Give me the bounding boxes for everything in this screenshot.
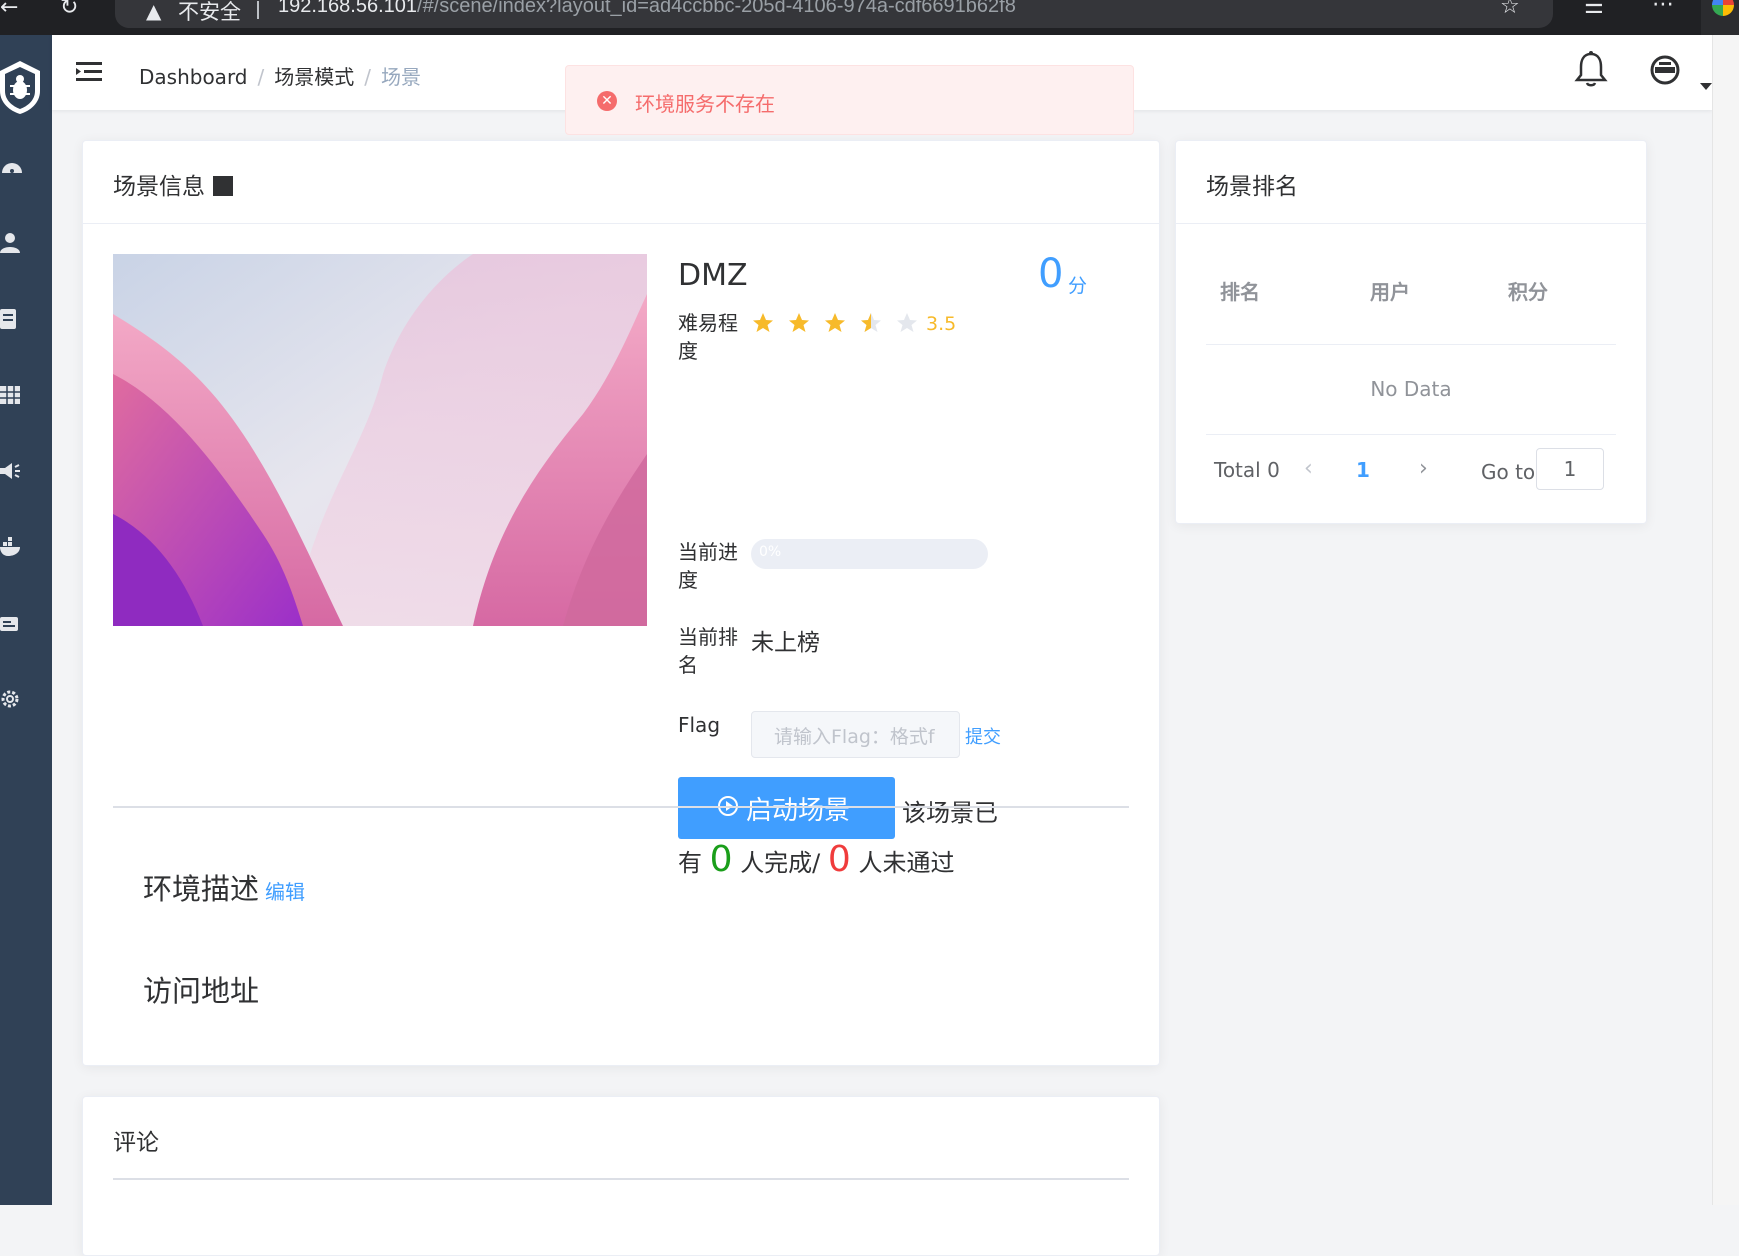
goto-page-input[interactable]: 1 xyxy=(1536,448,1604,490)
progress-label: 当前进度 xyxy=(678,540,738,592)
user-menu-caret-icon[interactable] xyxy=(1700,83,1712,90)
breadcrumb-scene-mode[interactable]: 场景模式 xyxy=(274,65,354,89)
rank-label: 当前排名 xyxy=(678,625,738,677)
scene-name: DMZ xyxy=(678,258,748,293)
ranking-table-header: 排名 用户 积分 xyxy=(1206,254,1616,345)
star-half-icon xyxy=(861,313,881,332)
error-alert: ✕ 环境服务不存在 xyxy=(565,65,1134,135)
breadcrumb-dashboard[interactable]: Dashboard xyxy=(139,65,248,89)
star-full-icon xyxy=(825,313,845,332)
scene-ranking-card: 场景排名 排名 用户 积分 No Data Total 0 ‹ 1 › Go t… xyxy=(1175,140,1647,524)
flag-label: Flag xyxy=(678,713,721,737)
ranking-header: 场景排名 xyxy=(1176,141,1646,224)
ranking-title: 场景排名 xyxy=(1206,174,1298,200)
failed-count: 0 xyxy=(827,839,851,880)
user-icon[interactable] xyxy=(0,231,24,255)
comments-header: 评论 xyxy=(113,1097,1129,1180)
breadcrumb-separator: / xyxy=(257,65,265,89)
error-circle-icon: ✕ xyxy=(597,91,617,111)
edit-description-link[interactable]: 编辑 xyxy=(265,880,305,904)
next-page-icon[interactable]: › xyxy=(1419,456,1428,481)
table-icon[interactable] xyxy=(0,383,24,407)
failed-suffix: 人未通过 xyxy=(858,849,955,877)
score-unit: 分 xyxy=(1068,275,1088,297)
prev-page-icon[interactable]: ‹ xyxy=(1304,456,1313,481)
scene-info-title: 场景信息 xyxy=(113,174,205,200)
goto-label: Go to xyxy=(1481,460,1536,484)
settings-icon[interactable] xyxy=(0,687,24,711)
address-separator xyxy=(257,1,259,19)
star-full-icon xyxy=(753,313,773,332)
star-empty-icon xyxy=(897,313,917,332)
docker-icon[interactable] xyxy=(0,535,24,559)
security-label[interactable]: 不安全 xyxy=(178,0,241,26)
breadcrumb-separator: / xyxy=(364,65,372,89)
url-text[interactable]: 192.168.56.101/#/scene/index?layout_id=a… xyxy=(278,0,1016,18)
app-logo-icon[interactable] xyxy=(0,59,44,115)
completed-count: 0 xyxy=(709,839,733,880)
progress-text: 0% xyxy=(759,544,782,560)
bookmark-star-icon[interactable]: ☆ xyxy=(1500,0,1524,20)
page-number-current[interactable]: 1 xyxy=(1356,458,1370,482)
completed-suffix: 人完成/ xyxy=(740,849,821,877)
col-points: 积分 xyxy=(1508,280,1548,304)
scene-info-card: 场景信息 DMZ 0 分 难易程度 3.5 当前进度 0% 当前排名 未上榜 F… xyxy=(82,140,1160,1066)
stat-prefix: 该场景已 xyxy=(902,799,998,827)
url-host: 192.168.56.101 xyxy=(278,0,418,17)
difficulty-value: 3.5 xyxy=(926,313,957,335)
environment-description: 环境描述 编辑 xyxy=(143,866,305,908)
stop-square-icon xyxy=(213,176,233,196)
sidebar-toggle-icon[interactable] xyxy=(76,61,102,83)
dashboard-icon[interactable] xyxy=(0,155,24,179)
access-address-title: 访问地址 xyxy=(143,974,260,1008)
pagination-total: Total 0 xyxy=(1214,458,1280,482)
col-user: 用户 xyxy=(1370,280,1410,304)
comments-title: 评论 xyxy=(113,1130,159,1156)
scene-cover-image xyxy=(113,254,647,626)
message-icon[interactable] xyxy=(0,611,24,635)
ranking-table: 排名 用户 积分 No Data xyxy=(1206,254,1616,435)
scene-score: 0 xyxy=(1038,251,1064,297)
warning-icon: ▲ xyxy=(146,0,162,23)
announcement-icon[interactable] xyxy=(0,459,24,483)
notification-bell-icon[interactable] xyxy=(1574,50,1608,88)
more-menu-icon[interactable]: ⋯ xyxy=(1652,0,1674,16)
star-full-icon xyxy=(789,313,809,332)
back-icon[interactable]: ← xyxy=(0,0,18,19)
browser-toolbar: ← ↻ ▲ 不安全 192.168.56.101/#/scene/index?l… xyxy=(0,0,1739,35)
rank-value: 未上榜 xyxy=(751,630,820,656)
document-icon[interactable] xyxy=(0,307,24,331)
url-path: /#/scene/index?layout_id=ad4ccbbc-205d-4… xyxy=(417,0,1016,17)
user-avatar-icon[interactable] xyxy=(1648,53,1682,87)
reading-list-icon[interactable]: ☰ xyxy=(1584,0,1604,18)
error-message: 环境服务不存在 xyxy=(635,92,775,116)
start-scene-label: 启动场景 xyxy=(746,796,851,826)
difficulty-label: 难易程度 xyxy=(678,311,738,363)
scene-info-header: 场景信息 xyxy=(83,141,1159,224)
env-desc-title: 环境描述 xyxy=(143,872,260,906)
col-rank: 排名 xyxy=(1220,280,1260,304)
comments-card: 评论 xyxy=(82,1096,1160,1256)
completion-stats: 有 0 人完成/ 0 人未通过 xyxy=(678,839,954,880)
submit-flag-link[interactable]: 提交 xyxy=(965,723,1001,749)
stat-prefix-2: 有 xyxy=(678,849,702,877)
breadcrumb: Dashboard / 场景模式 / 场景 xyxy=(139,61,421,90)
pagination: Total 0 ‹ 1 › Go to 1 xyxy=(1214,448,1614,493)
reload-icon[interactable]: ↻ xyxy=(60,0,78,19)
ranking-empty: No Data xyxy=(1206,345,1616,435)
sidebar xyxy=(0,35,52,1205)
progress-bar: 0% xyxy=(751,539,988,569)
section-divider xyxy=(113,806,1129,808)
page-scrollbar[interactable] xyxy=(1712,35,1739,1205)
breadcrumb-current: 场景 xyxy=(381,65,422,89)
flag-input[interactable]: 请输入Flag：格式f xyxy=(751,711,960,758)
start-scene-button[interactable]: 启动场景 xyxy=(678,777,895,839)
scene-details: DMZ 0 分 难易程度 3.5 当前进度 0% 当前排名 未上榜 Flag 请… xyxy=(678,251,1148,880)
